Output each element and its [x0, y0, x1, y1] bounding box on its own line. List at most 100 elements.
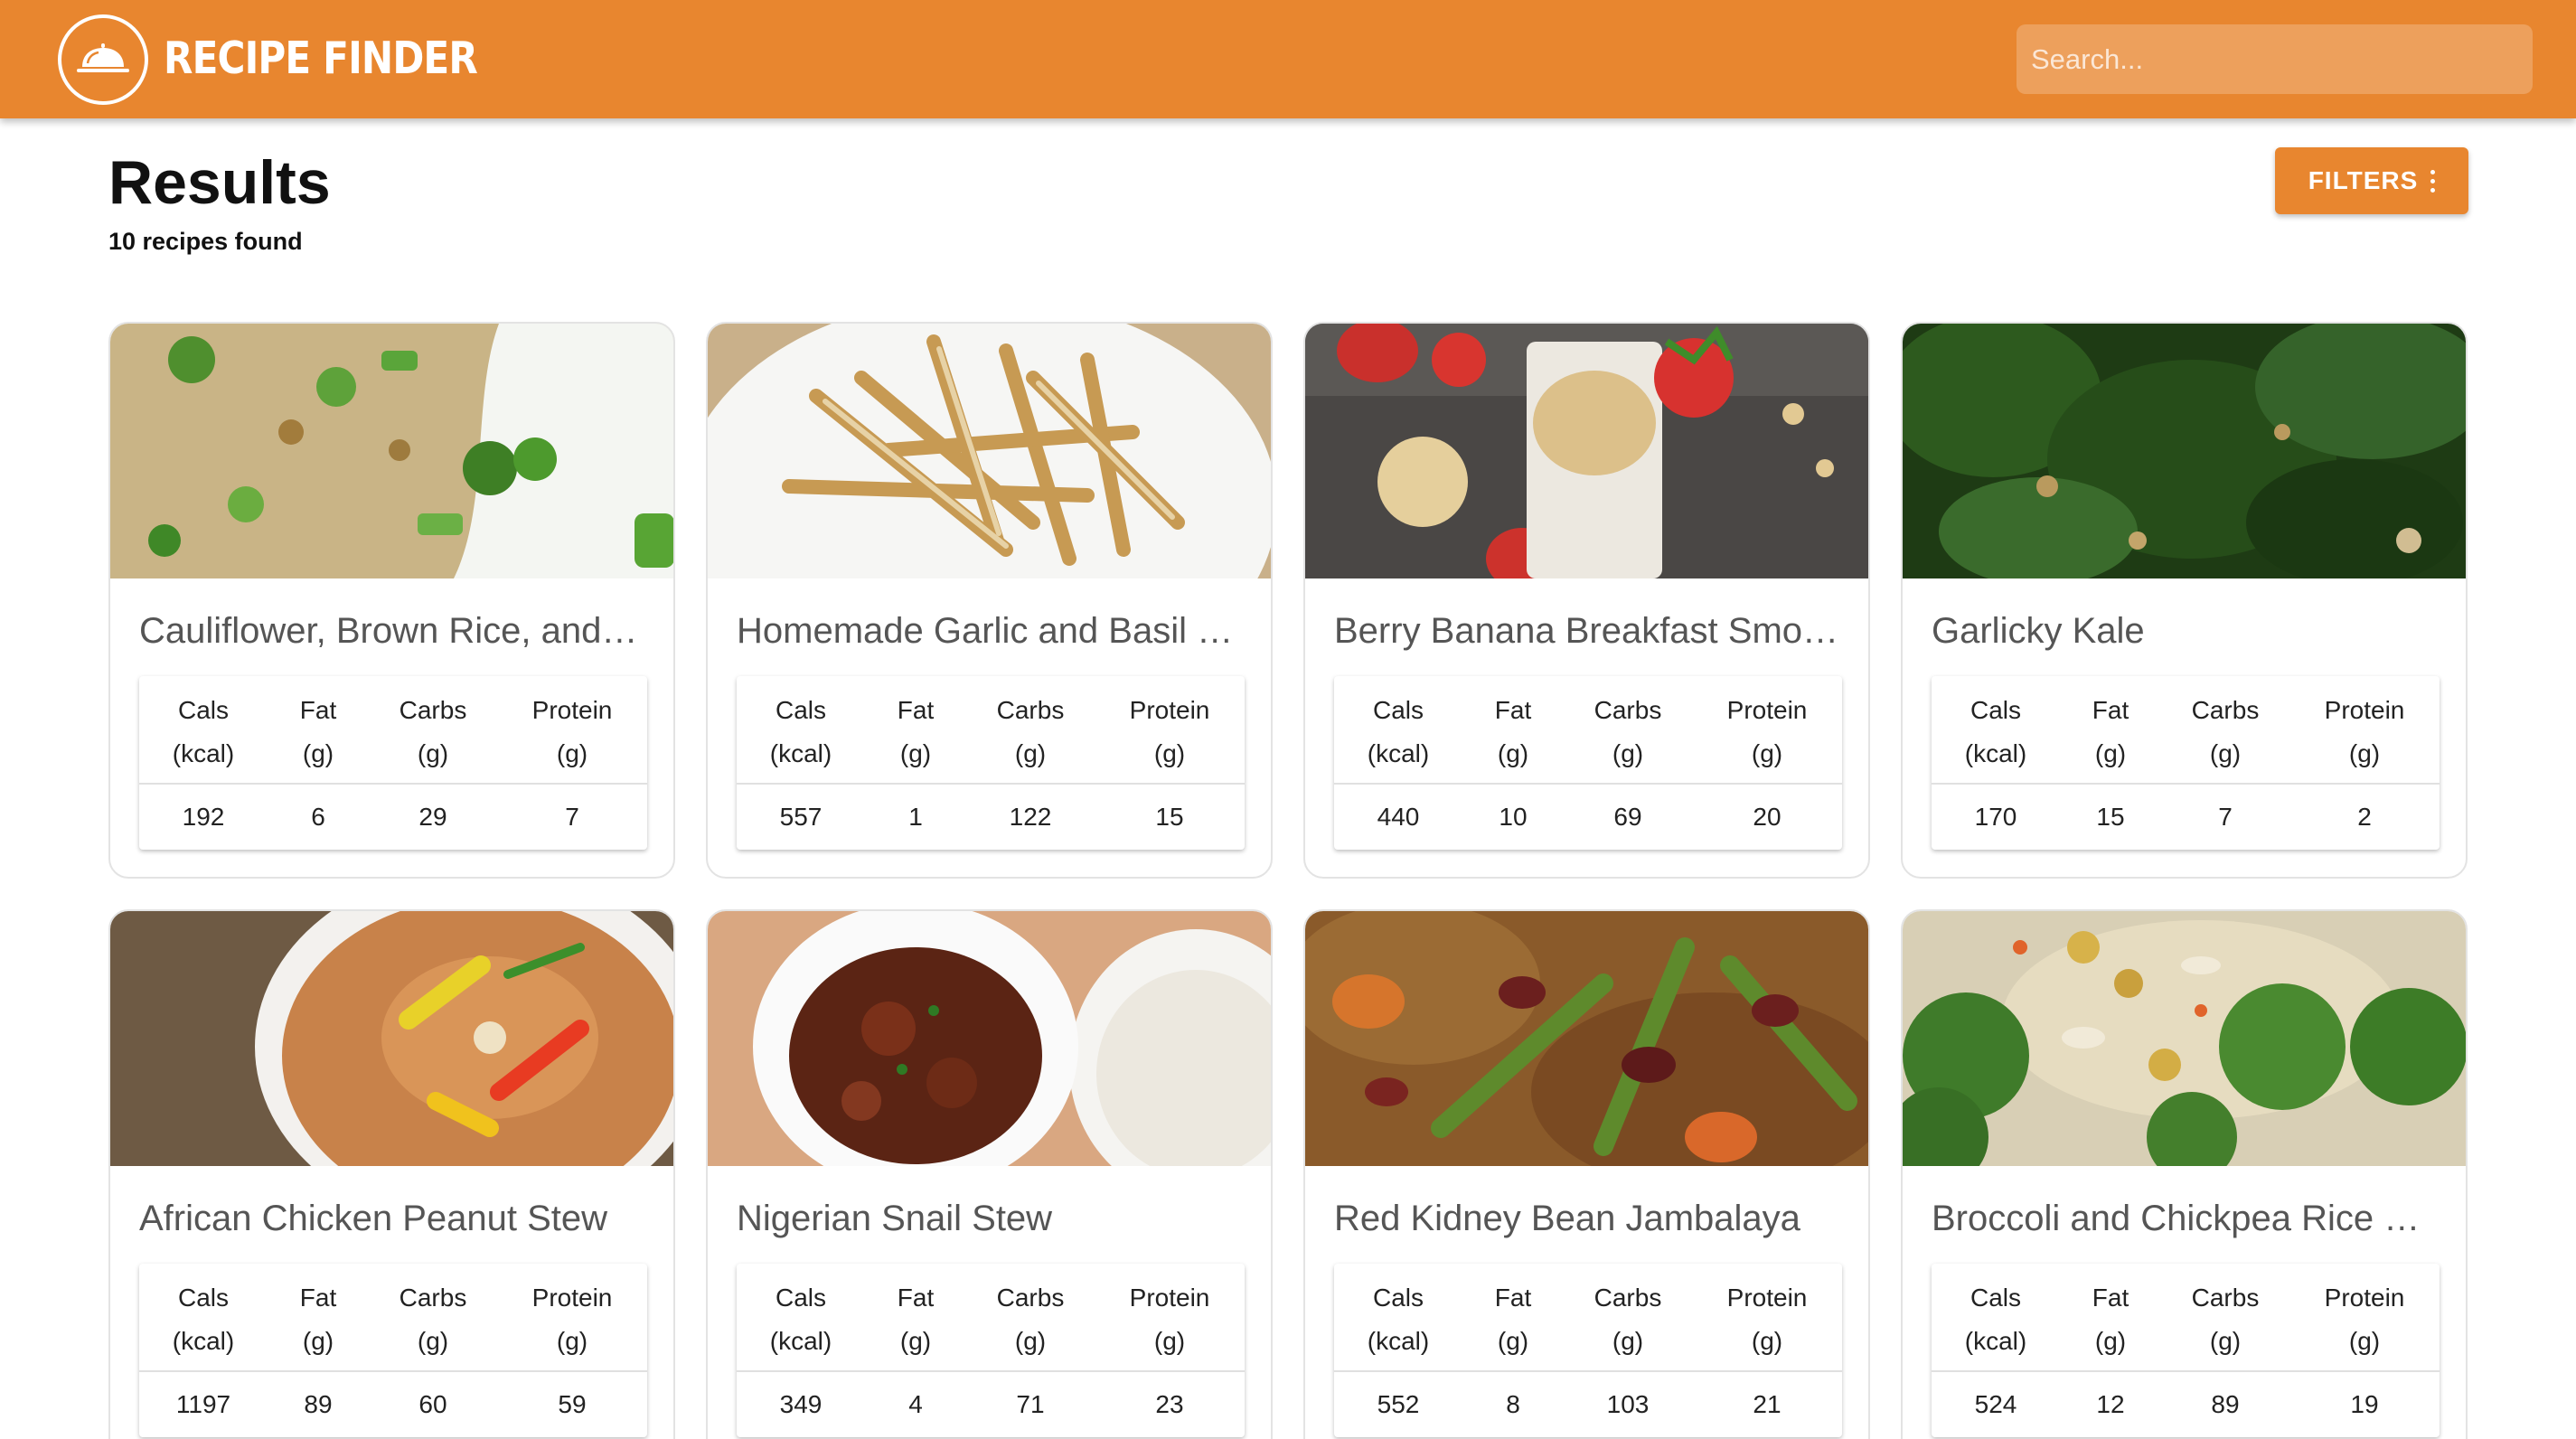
col-header-cals: Cals (kcal)	[1367, 1284, 1430, 1355]
fat-value: 4	[908, 1390, 923, 1418]
recipe-card[interactable]: Garlicky Kale Cals (kcal) Fat (g) Carbs (g)…	[1901, 322, 2468, 879]
nutrition-row: 349 4 71 23	[737, 1372, 1245, 1437]
protein-value: 23	[1155, 1390, 1184, 1418]
nutrition-row: 524 12 89 19	[1932, 1372, 2440, 1437]
cals-value: 170	[1974, 803, 2017, 831]
cals-value: 524	[1974, 1390, 2017, 1418]
recipe-title[interactable]: Cauliflower, Brown Rice, and Vegetable F…	[139, 611, 647, 652]
search-input[interactable]	[2017, 24, 2533, 94]
recipe-title[interactable]: Homemade Garlic and Basil French Fries	[737, 611, 1245, 652]
filters-label: FILTERS	[2308, 166, 2419, 194]
page-title: Results	[108, 148, 331, 217]
app-bar: RECIPE FINDER	[0, 0, 2576, 118]
col-header-fat: Fat (g)	[299, 696, 337, 767]
protein-value: 2	[2357, 803, 2372, 831]
recipe-image	[1305, 324, 1868, 578]
app-title[interactable]: RECIPE FINDER	[164, 33, 478, 84]
recipe-image	[110, 911, 673, 1166]
col-header-protein: Protein (g)	[1129, 1284, 1210, 1355]
recipe-card[interactable]: Broccoli and Chickpea Rice Salad Cals (kc…	[1901, 909, 2468, 1439]
filters-button[interactable]: FILTERS	[2275, 147, 2468, 214]
nutrition-table: Cals (kcal) Fat (g) Carbs (g) Protein (g) 52…	[1932, 1264, 2440, 1437]
nutrition-table: Cals (kcal) Fat (g) Carbs (g) Protein (g) 55…	[1334, 1264, 1842, 1437]
fat-value: 89	[304, 1390, 333, 1418]
recipe-image	[110, 324, 673, 578]
recipe-card[interactable]: African Chicken Peanut Stew Cals (kcal) F…	[108, 909, 675, 1439]
nutrition-table: Cals (kcal) Fat (g) Carbs (g) Protein (g) 55…	[737, 676, 1245, 850]
nutrition-row: 170 15 7 2	[1932, 785, 2440, 850]
recipe-title[interactable]: Nigerian Snail Stew	[737, 1199, 1245, 1239]
recipe-title[interactable]: Garlicky Kale	[1932, 611, 2440, 652]
protein-value: 59	[558, 1390, 587, 1418]
carbs-value: 103	[1606, 1390, 1650, 1418]
col-header-protein: Protein (g)	[2324, 1284, 2405, 1355]
col-header-fat: Fat (g)	[1494, 696, 1532, 767]
col-header-protein: Protein (g)	[531, 696, 613, 767]
recipe-card[interactable]: Nigerian Snail Stew Cals (kcal) Fat (g) Ca…	[706, 909, 1273, 1439]
fat-value: 8	[1506, 1390, 1520, 1418]
col-header-protein: Protein (g)	[2324, 696, 2405, 767]
recipe-title[interactable]: African Chicken Peanut Stew	[139, 1199, 647, 1239]
serving-cloche-icon[interactable]	[58, 14, 148, 105]
carbs-value: 69	[1613, 803, 1642, 831]
nutrition-row: 552 8 103 21	[1334, 1372, 1842, 1437]
cals-value: 557	[779, 803, 823, 831]
col-header-carbs: Carbs (g)	[1594, 1284, 1662, 1355]
col-header-fat: Fat (g)	[897, 696, 935, 767]
col-header-protein: Protein (g)	[531, 1284, 613, 1355]
recipe-card[interactable]: Cauliflower, Brown Rice, and Vegetable F…	[108, 322, 675, 879]
col-header-protein: Protein (g)	[1726, 696, 1808, 767]
protein-value: 7	[565, 803, 579, 831]
protein-value: 20	[1753, 803, 1782, 831]
col-header-carbs: Carbs (g)	[2191, 1284, 2260, 1355]
nutrition-table: Cals (kcal) Fat (g) Carbs (g) Protein (g) 34…	[737, 1264, 1245, 1437]
col-header-fat: Fat (g)	[2092, 696, 2129, 767]
protein-value: 19	[2350, 1390, 2379, 1418]
col-header-carbs: Carbs (g)	[2191, 696, 2260, 767]
col-header-protein: Protein (g)	[1129, 696, 1210, 767]
cals-value: 1197	[175, 1390, 231, 1418]
recipe-title[interactable]: Berry Banana Breakfast Smoothie	[1334, 611, 1842, 652]
protein-value: 21	[1753, 1390, 1782, 1418]
recipe-card[interactable]: Homemade Garlic and Basil French Fries C…	[706, 322, 1273, 879]
recipe-image	[1903, 324, 2466, 578]
recipe-title[interactable]: Broccoli and Chickpea Rice Salad	[1932, 1199, 2440, 1239]
col-header-protein: Protein (g)	[1726, 1284, 1808, 1355]
cals-value: 349	[779, 1390, 823, 1418]
col-header-carbs: Carbs (g)	[399, 1284, 467, 1355]
col-header-cals: Cals (kcal)	[172, 1284, 235, 1355]
col-header-carbs: Carbs (g)	[399, 696, 467, 767]
recipe-card[interactable]: Berry Banana Breakfast Smoothie Cals (kca…	[1303, 322, 1870, 879]
nutrition-table: Cals (kcal) Fat (g) Carbs (g) Protein (g) 11…	[139, 1264, 647, 1437]
col-header-carbs: Carbs (g)	[996, 1284, 1065, 1355]
recipe-image	[708, 324, 1271, 578]
nutrition-table: Cals (kcal) Fat (g) Carbs (g) Protein (g) 19…	[139, 676, 647, 850]
nutrition-row: 1197 89 60 59	[139, 1372, 647, 1437]
col-header-cals: Cals (kcal)	[1964, 696, 2027, 767]
recipe-card[interactable]: Red Kidney Bean Jambalaya Cals (kcal) Fat…	[1303, 909, 1870, 1439]
recipe-image	[1305, 911, 1868, 1166]
fat-value: 6	[311, 803, 325, 831]
fat-value: 10	[1499, 803, 1528, 831]
carbs-value: 7	[2218, 803, 2233, 831]
recipe-grid: Cauliflower, Brown Rice, and Vegetable F…	[108, 322, 2468, 1439]
col-header-carbs: Carbs (g)	[996, 696, 1065, 767]
recipe-image	[708, 911, 1271, 1166]
col-header-cals: Cals (kcal)	[1367, 696, 1430, 767]
col-header-fat: Fat (g)	[299, 1284, 337, 1355]
carbs-value: 71	[1016, 1390, 1045, 1418]
carbs-value: 60	[418, 1390, 447, 1418]
col-header-cals: Cals (kcal)	[1964, 1284, 2027, 1355]
col-header-cals: Cals (kcal)	[769, 1284, 832, 1355]
col-header-carbs: Carbs (g)	[1594, 696, 1662, 767]
col-header-cals: Cals (kcal)	[769, 696, 832, 767]
col-header-fat: Fat (g)	[2092, 1284, 2129, 1355]
protein-value: 15	[1155, 803, 1184, 831]
nutrition-row: 440 10 69 20	[1334, 785, 1842, 850]
cals-value: 440	[1377, 803, 1420, 831]
col-header-cals: Cals (kcal)	[172, 696, 235, 767]
cals-value: 192	[182, 803, 225, 831]
nutrition-row: 192 6 29 7	[139, 785, 647, 850]
recipe-title[interactable]: Red Kidney Bean Jambalaya	[1334, 1199, 1842, 1239]
nutrition-table: Cals (kcal) Fat (g) Carbs (g) Protein (g) 44…	[1334, 676, 1842, 850]
